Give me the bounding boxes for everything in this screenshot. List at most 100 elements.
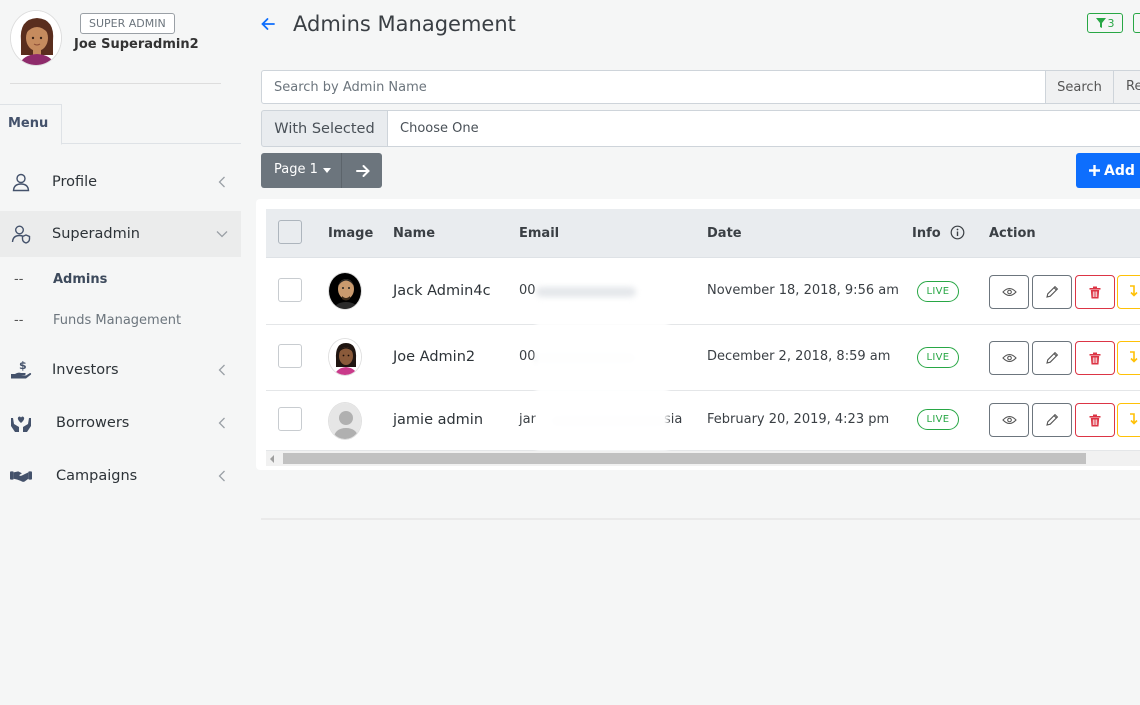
user-divider bbox=[10, 83, 221, 84]
eye-icon bbox=[1001, 353, 1017, 363]
caret-down-icon bbox=[323, 168, 331, 173]
sidebar-item-campaigns[interactable]: Campaigns bbox=[0, 453, 241, 499]
filter-badge-secondary[interactable] bbox=[1133, 13, 1140, 33]
row-date: December 2, 2018, 8:59 am bbox=[707, 349, 891, 364]
row-name: Jack Admin4c bbox=[393, 283, 491, 299]
status-badge: LIVE bbox=[917, 409, 959, 430]
row-name: Joe Admin2 bbox=[393, 349, 476, 365]
sidebar-subitem-funds-management[interactable]: -- Funds Management bbox=[0, 304, 241, 336]
trash-icon bbox=[1089, 414, 1101, 426]
edit-button[interactable] bbox=[1032, 403, 1072, 437]
filter-icon bbox=[1095, 18, 1106, 28]
chevron-left-icon bbox=[215, 416, 229, 430]
column-header-image: Image bbox=[328, 226, 374, 241]
sidebar-subitem-admins[interactable]: -- Admins bbox=[0, 263, 241, 295]
sidebar-item-label: Superadmin bbox=[52, 226, 140, 242]
sidebar-item-label: Investors bbox=[52, 362, 119, 378]
delete-button[interactable] bbox=[1075, 341, 1115, 375]
eye-icon bbox=[1001, 415, 1017, 425]
table-row: Jack Admin4c 00 November 18, 2018, 9:56 … bbox=[266, 259, 1140, 325]
column-header-action: Action bbox=[989, 226, 1036, 241]
row-checkbox[interactable] bbox=[278, 407, 302, 431]
bulk-action-select[interactable]: Choose One bbox=[387, 110, 1140, 147]
add-button-label: Add N bbox=[1104, 162, 1140, 179]
view-button[interactable] bbox=[989, 403, 1029, 437]
row-checkbox[interactable] bbox=[278, 278, 302, 302]
sidebar-item-profile[interactable]: Profile bbox=[0, 159, 241, 205]
sidebar-subitem-label: Admins bbox=[53, 271, 108, 287]
user-shield-icon bbox=[10, 223, 32, 245]
hands-heart-icon bbox=[10, 412, 32, 434]
row-date: February 20, 2019, 4:23 pm bbox=[707, 412, 890, 427]
download-button[interactable] bbox=[1117, 403, 1140, 437]
chevron-left-icon bbox=[215, 363, 229, 377]
column-header-name[interactable]: Name bbox=[393, 226, 435, 241]
svg-text:$: $ bbox=[19, 359, 27, 372]
sidebar-item-investors[interactable]: $ Investors bbox=[0, 347, 241, 393]
tab-menu[interactable]: Menu bbox=[0, 104, 62, 145]
with-selected-label: With Selected bbox=[261, 110, 388, 147]
add-admin-button[interactable]: Add N bbox=[1076, 153, 1140, 188]
page-label: Page 1 bbox=[274, 162, 318, 177]
trash-icon bbox=[1089, 286, 1101, 298]
user-avatar[interactable] bbox=[10, 10, 62, 66]
sub-dash: -- bbox=[14, 271, 24, 287]
sidebar-item-borrowers[interactable]: Borrowers bbox=[0, 400, 241, 446]
filter-badge[interactable]: 3 bbox=[1087, 13, 1123, 33]
user-icon bbox=[10, 171, 32, 193]
status-badge: LIVE bbox=[917, 281, 959, 302]
chevron-left-icon bbox=[215, 175, 229, 189]
select-all-checkbox[interactable] bbox=[278, 220, 302, 244]
back-arrow-icon[interactable] bbox=[260, 16, 276, 32]
view-button[interactable] bbox=[989, 275, 1029, 309]
row-email: 00 bbox=[519, 349, 536, 364]
arrow-right-icon[interactable] bbox=[355, 163, 371, 179]
reset-button[interactable]: Re bbox=[1113, 70, 1140, 104]
menu-tab-row: Menu bbox=[0, 104, 241, 145]
arrow-down-icon bbox=[1130, 413, 1138, 425]
scroll-left-arrow-icon[interactable] bbox=[270, 455, 274, 463]
eye-icon bbox=[1001, 287, 1017, 297]
scrollbar-thumb[interactable] bbox=[283, 453, 1086, 464]
column-header-date[interactable]: Date bbox=[707, 226, 742, 241]
delete-button[interactable] bbox=[1075, 403, 1115, 437]
row-avatar[interactable] bbox=[328, 338, 362, 376]
row-name: jamie admin bbox=[393, 412, 484, 428]
row-avatar[interactable] bbox=[328, 402, 362, 440]
view-button[interactable] bbox=[989, 341, 1029, 375]
row-checkbox[interactable] bbox=[278, 344, 302, 368]
sidebar-item-label: Campaigns bbox=[56, 468, 138, 484]
edit-button[interactable] bbox=[1032, 341, 1072, 375]
pencil-icon bbox=[1046, 351, 1059, 364]
sidebar-subitem-label: Funds Management bbox=[53, 312, 182, 328]
edit-button[interactable] bbox=[1032, 275, 1072, 309]
filter-count: 3 bbox=[1107, 16, 1115, 30]
arrow-down-icon bbox=[1130, 351, 1138, 363]
chevron-left-icon bbox=[215, 469, 229, 483]
redaction-overlay bbox=[536, 321, 668, 451]
content-divider bbox=[261, 518, 1140, 520]
sub-dash: -- bbox=[14, 312, 24, 328]
redacted-email bbox=[536, 287, 636, 297]
horizontal-scrollbar[interactable] bbox=[266, 451, 1140, 466]
trash-icon bbox=[1089, 352, 1101, 364]
delete-button[interactable] bbox=[1075, 275, 1115, 309]
info-circle-icon[interactable] bbox=[950, 225, 965, 244]
download-button[interactable] bbox=[1117, 341, 1140, 375]
row-avatar[interactable] bbox=[328, 272, 362, 310]
download-button[interactable] bbox=[1117, 275, 1140, 309]
row-date: November 18, 2018, 9:56 am bbox=[707, 283, 899, 298]
search-button[interactable]: Search bbox=[1045, 70, 1114, 104]
table-row: jamie admin jar sia February 20, 2019, 4… bbox=[266, 391, 1140, 451]
column-header-email[interactable]: Email bbox=[519, 226, 559, 241]
search-input[interactable] bbox=[261, 70, 1046, 104]
page-dropdown-button[interactable]: Page 1 bbox=[261, 153, 382, 188]
user-card: SUPER ADMIN Joe Superadmin2 bbox=[10, 10, 240, 70]
arrow-down-icon bbox=[1130, 285, 1138, 297]
table-header: Image Name Email Date Info Action bbox=[266, 209, 1140, 258]
sidebar-item-label: Borrowers bbox=[56, 415, 130, 431]
row-email: jar bbox=[519, 412, 536, 427]
sidebar-item-superadmin[interactable]: Superadmin bbox=[0, 211, 241, 257]
page-title: Admins Management bbox=[293, 12, 516, 36]
plus-icon bbox=[1089, 165, 1100, 176]
